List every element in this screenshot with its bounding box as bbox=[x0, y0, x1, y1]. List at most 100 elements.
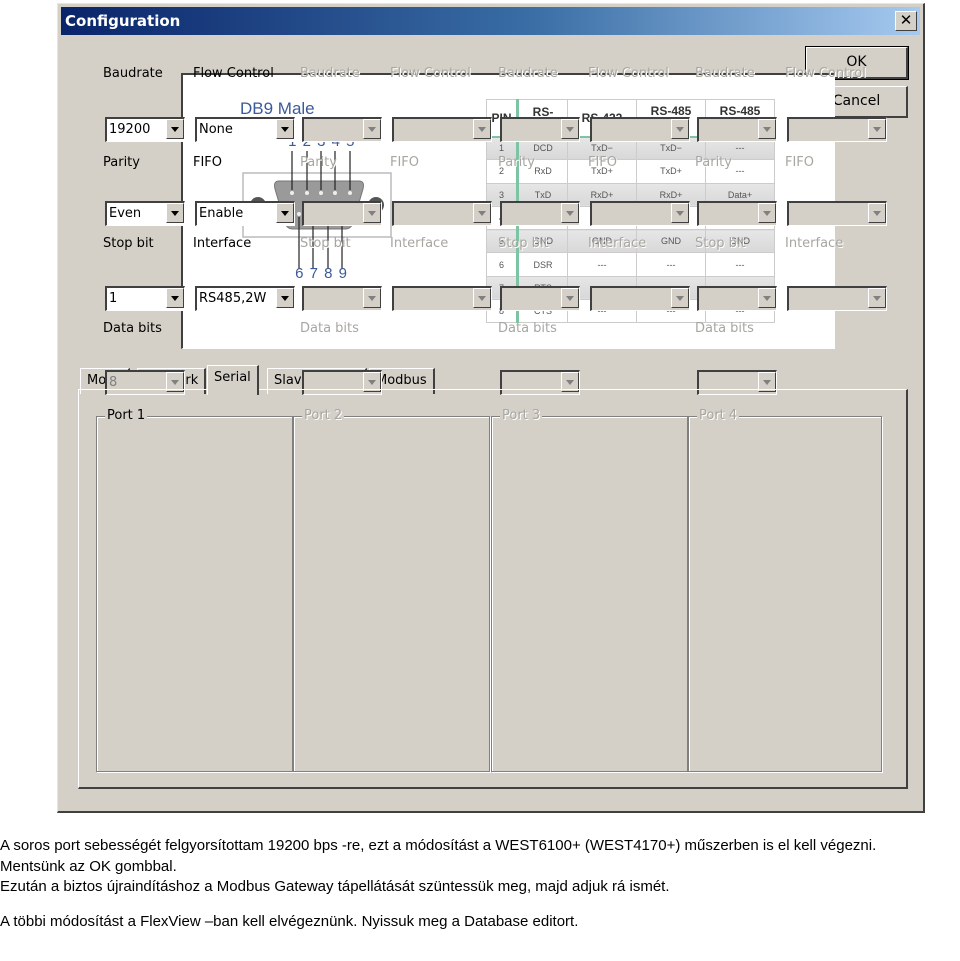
dropdown-arrow-icon[interactable] bbox=[276, 119, 294, 139]
stop-bit-select bbox=[697, 286, 777, 311]
fifo-label: FIFO bbox=[390, 155, 420, 170]
parity-select[interactable]: Even bbox=[105, 201, 185, 226]
baudrate-select bbox=[697, 117, 777, 142]
serial-tab-panel bbox=[78, 389, 908, 789]
pinout-cell: DSR bbox=[517, 252, 568, 277]
tab-serial[interactable]: Serial bbox=[207, 365, 259, 395]
flow-control-select bbox=[392, 117, 492, 142]
fifo-label: FIFO bbox=[588, 155, 618, 170]
pinout-cell: 6 bbox=[486, 252, 519, 277]
pinout-cell: --- bbox=[636, 252, 706, 277]
stop-bit-select[interactable]: 1 bbox=[105, 286, 185, 311]
bottom-pin-numbers: 6789 bbox=[292, 265, 350, 282]
dropdown-arrow-icon[interactable] bbox=[166, 203, 184, 223]
dropdown-arrow-icon bbox=[473, 288, 491, 308]
dropdown-arrow-icon bbox=[473, 203, 491, 223]
baudrate-label: Baudrate bbox=[695, 66, 755, 81]
pinout-cell: --- bbox=[705, 252, 775, 277]
caption-line-2: Mentsünk az OK gombbal. bbox=[0, 857, 177, 875]
dropdown-arrow-icon[interactable] bbox=[166, 119, 184, 139]
fifo-select[interactable]: Enable bbox=[195, 201, 295, 226]
caption-line-4: A többi módosítást a FlexView –ban kell … bbox=[0, 912, 579, 930]
baudrate-value: 19200 bbox=[109, 122, 151, 137]
interface-select[interactable]: RS485,2W bbox=[195, 286, 295, 311]
stop-bit-label: Stop bit bbox=[103, 236, 154, 251]
fifo-select bbox=[590, 201, 690, 226]
dropdown-arrow-icon bbox=[671, 203, 689, 223]
interface-select bbox=[590, 286, 690, 311]
data-bits-label: Data bits bbox=[695, 321, 754, 336]
interface-select bbox=[787, 286, 887, 311]
dropdown-arrow-icon[interactable] bbox=[276, 288, 294, 308]
fifo-value: Enable bbox=[199, 206, 244, 221]
interface-value: RS485,2W bbox=[199, 291, 267, 306]
dropdown-arrow-icon[interactable] bbox=[276, 203, 294, 223]
stop-bit-value: 1 bbox=[109, 291, 118, 306]
parity-select bbox=[302, 201, 382, 226]
pinout-row: 6 DSR --- --- --- bbox=[486, 252, 775, 277]
pin-number: 6 bbox=[295, 265, 304, 282]
flow-control-select bbox=[787, 117, 887, 142]
parity-label: Parity bbox=[498, 155, 535, 170]
flow-control-label: Flow Control bbox=[193, 66, 274, 81]
pin-number: 8 bbox=[324, 265, 333, 282]
baudrate-select[interactable]: 19200 bbox=[105, 117, 185, 142]
pin-number: 9 bbox=[338, 265, 347, 282]
parity-label: Parity bbox=[300, 155, 337, 170]
parity-value: Even bbox=[109, 206, 142, 221]
parity-label: Parity bbox=[103, 155, 140, 170]
dropdown-arrow-icon bbox=[758, 288, 776, 308]
interface-label: Interface bbox=[193, 236, 252, 251]
baudrate-label: Baudrate bbox=[498, 66, 558, 81]
dropdown-arrow-icon bbox=[363, 119, 381, 139]
flow-control-select[interactable]: None bbox=[195, 117, 295, 142]
stop-bit-select bbox=[302, 286, 382, 311]
stop-bit-label: Stop bit bbox=[300, 236, 351, 251]
fifo-select bbox=[787, 201, 887, 226]
title-bar[interactable]: Configuration ✕ bbox=[61, 7, 920, 35]
data-bits-value: 8 bbox=[109, 375, 118, 390]
fifo-label: FIFO bbox=[785, 155, 815, 170]
dropdown-arrow-icon bbox=[363, 288, 381, 308]
pinout-cell: --- bbox=[567, 252, 637, 277]
flow-control-value: None bbox=[199, 122, 233, 137]
dropdown-arrow-icon bbox=[868, 119, 886, 139]
baudrate-select bbox=[302, 117, 382, 142]
dropdown-arrow-icon bbox=[758, 203, 776, 223]
parity-label: Parity bbox=[695, 155, 732, 170]
fifo-select bbox=[392, 201, 492, 226]
caption-text: A soros port sebességét felgyorsítottam … bbox=[0, 836, 960, 932]
interface-select bbox=[392, 286, 492, 311]
dropdown-arrow-icon bbox=[561, 288, 579, 308]
data-bits-label: Data bits bbox=[498, 321, 557, 336]
baudrate-select bbox=[500, 117, 580, 142]
dropdown-arrow-icon[interactable] bbox=[166, 288, 184, 308]
dropdown-arrow-icon bbox=[671, 119, 689, 139]
dropdown-arrow-icon bbox=[868, 288, 886, 308]
stop-bit-select bbox=[500, 286, 580, 311]
interface-label: Interface bbox=[785, 236, 844, 251]
flow-control-label: Flow Control bbox=[588, 66, 669, 81]
dropdown-arrow-icon bbox=[473, 119, 491, 139]
interface-label: Interface bbox=[390, 236, 449, 251]
flow-control-label: Flow Control bbox=[390, 66, 471, 81]
stop-bit-label: Stop bit bbox=[498, 236, 549, 251]
dropdown-arrow-icon bbox=[671, 288, 689, 308]
dropdown-arrow-icon bbox=[363, 203, 381, 223]
close-button[interactable]: ✕ bbox=[895, 11, 917, 31]
window-title: Configuration bbox=[65, 12, 181, 30]
caption-line-3: Ezután a biztos újraindításhoz a Modbus … bbox=[0, 878, 670, 895]
baudrate-label: Baudrate bbox=[103, 66, 163, 81]
pin-number: 7 bbox=[309, 265, 318, 282]
dropdown-arrow-icon bbox=[561, 119, 579, 139]
configuration-dialog: Configuration ✕ OK Cancel DB9 Male 12345… bbox=[57, 3, 925, 813]
fifo-label: FIFO bbox=[193, 155, 223, 170]
parity-select bbox=[500, 201, 580, 226]
dropdown-arrow-icon bbox=[758, 119, 776, 139]
caption-line-1: A soros port sebességét felgyorsítottam … bbox=[0, 837, 877, 854]
baudrate-label: Baudrate bbox=[300, 66, 360, 81]
db9-title: DB9 Male bbox=[240, 99, 315, 118]
dropdown-arrow-icon bbox=[868, 203, 886, 223]
data-bits-label: Data bits bbox=[103, 321, 162, 336]
data-bits-label: Data bits bbox=[300, 321, 359, 336]
